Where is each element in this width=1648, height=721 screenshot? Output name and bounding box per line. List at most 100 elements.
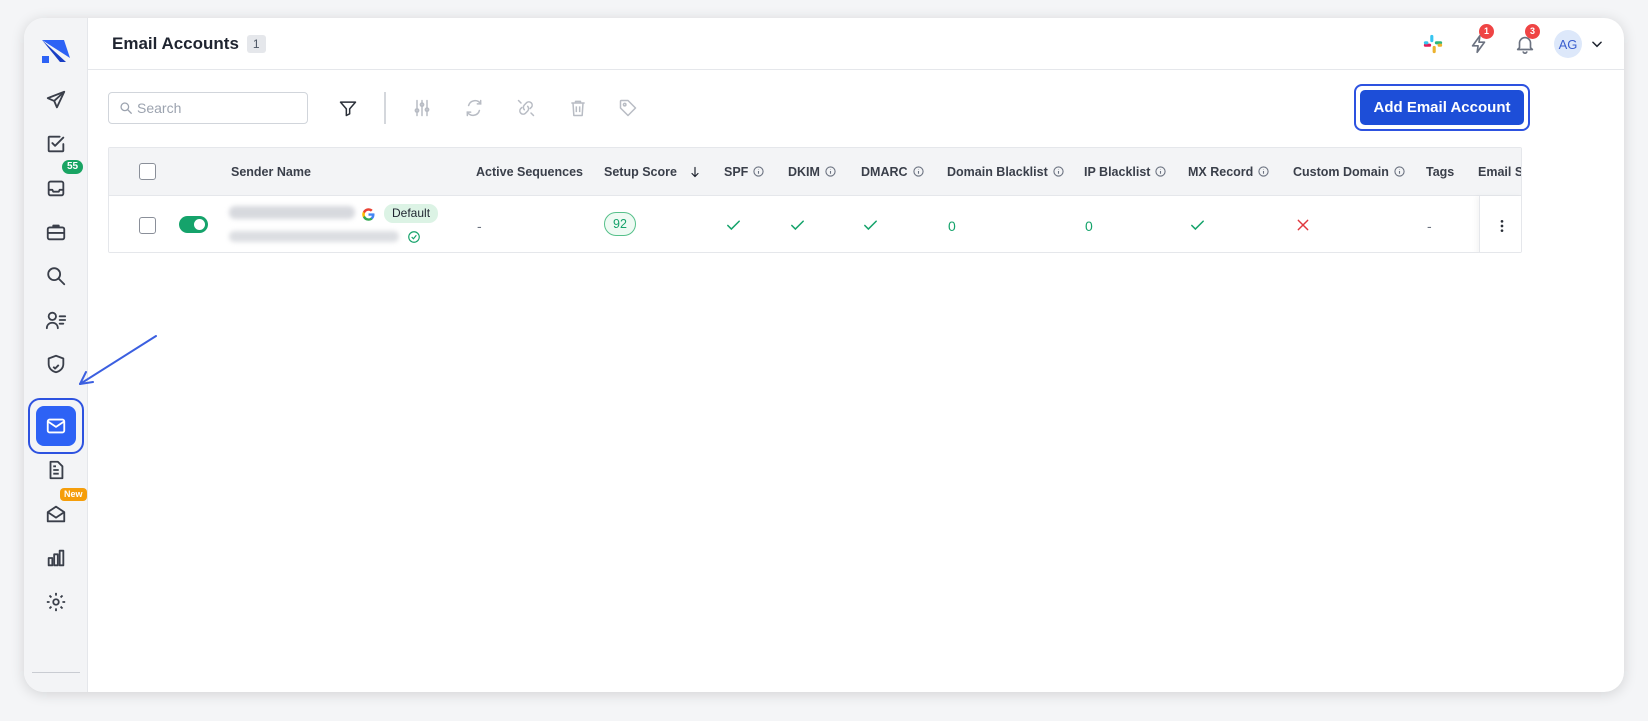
document-icon [49, 460, 64, 480]
search-field[interactable] [108, 92, 308, 124]
domain-blacklist-value: 0 [948, 217, 956, 234]
sender-email-redacted [229, 231, 399, 242]
shield-check-icon [47, 354, 65, 374]
briefcase-icon [46, 224, 66, 241]
sidebar-item-deals[interactable] [36, 212, 76, 252]
notifications-button[interactable]: 3 [1502, 24, 1548, 64]
sidebar-item-reports[interactable] [36, 538, 76, 578]
row-checkbox[interactable] [139, 217, 156, 234]
top-header: Email Accounts 1 1 3 AG [88, 18, 1624, 70]
mail-open-icon [46, 505, 66, 523]
sidebar-item-sequences[interactable] [36, 80, 76, 120]
header-actions: 1 3 AG [1410, 18, 1604, 70]
spf-check-icon [727, 220, 740, 231]
paper-plane-icon [46, 90, 66, 109]
app-window: 55 New Email Accounts 1 1 3 AG Search Ad… [24, 18, 1624, 692]
column-setup-score[interactable]: Setup Score [604, 148, 701, 195]
account-active-toggle[interactable] [179, 216, 208, 233]
updates-button[interactable]: 1 [1456, 24, 1502, 64]
info-icon[interactable] [825, 166, 836, 177]
column-custom-domain[interactable]: Custom Domain [1293, 148, 1405, 195]
email-accounts-table: Sender Name Active Sequences Setup Score… [108, 147, 1522, 253]
bar-chart-icon [47, 549, 65, 567]
info-icon[interactable] [1258, 166, 1269, 177]
column-custom-domain-label: Custom Domain [1293, 164, 1389, 179]
user-list-icon [45, 311, 67, 330]
column-ip-blacklist-label: IP Blacklist [1084, 164, 1151, 179]
row-actions[interactable] [1479, 196, 1521, 252]
trash-icon [571, 100, 585, 117]
info-icon[interactable] [1155, 166, 1167, 177]
default-badge: Default [384, 204, 439, 223]
column-dmarc-label: DMARC [861, 164, 908, 179]
sidebar-item-templates[interactable] [36, 450, 76, 490]
custom-domain-x-icon [1297, 219, 1309, 231]
search-icon [47, 267, 66, 286]
sidebar-item-email-warmup[interactable]: New [36, 488, 87, 534]
mail-icon [46, 418, 66, 434]
toolbar-separator [384, 92, 386, 124]
setup-score-badge[interactable]: 92 [604, 212, 636, 236]
disconnect-button[interactable] [512, 94, 540, 122]
sidebar-item-settings[interactable] [36, 582, 76, 622]
column-domain-blacklist[interactable]: Domain Blacklist [947, 148, 1064, 195]
sidebar-item-email-accounts[interactable] [36, 406, 76, 446]
saleshandy-logo[interactable] [40, 34, 72, 66]
filter-icon [339, 101, 357, 117]
account-count-badge: 1 [246, 34, 266, 53]
gear-icon [46, 592, 66, 612]
sender-name-redacted [229, 206, 355, 219]
sidebar-item-inbox[interactable]: 55 [36, 160, 84, 208]
tag-icon [619, 99, 637, 117]
verified-check-icon [408, 231, 420, 243]
column-mx-record[interactable]: MX Record [1188, 148, 1269, 195]
info-icon[interactable] [753, 166, 764, 177]
slack-icon [1423, 34, 1443, 54]
info-icon[interactable] [912, 166, 924, 177]
updates-badge: 1 [1479, 24, 1494, 39]
sidebar-item-prospects[interactable] [36, 300, 76, 340]
column-tags[interactable]: Tags [1426, 148, 1454, 195]
column-spf-label: SPF [724, 164, 749, 179]
mx-record-check-icon [1191, 220, 1204, 231]
sidebar-divider [32, 672, 80, 673]
select-all-checkbox[interactable] [139, 163, 156, 180]
user-avatar[interactable]: AG [1554, 30, 1582, 58]
sidebar-item-security[interactable] [36, 344, 76, 384]
column-setup-score-label: Setup Score [604, 164, 677, 179]
tags-value: - [1427, 217, 1432, 234]
search-input[interactable] [137, 100, 297, 116]
slack-integration-button[interactable] [1410, 24, 1456, 64]
toggle-knob [194, 219, 205, 230]
delete-button[interactable] [564, 94, 592, 122]
info-icon[interactable] [1053, 166, 1064, 177]
column-spf[interactable]: SPF [724, 148, 764, 195]
filter-button[interactable] [334, 94, 362, 122]
info-icon[interactable] [1394, 166, 1405, 177]
table-row[interactable]: Default - 92 0 0 - [109, 195, 1521, 252]
bulk-settings-button[interactable] [408, 94, 436, 122]
sidebar-item-tasks[interactable] [36, 124, 76, 164]
active-sequences-value: - [477, 217, 482, 234]
refresh-icon [466, 99, 482, 117]
ip-blacklist-value: 0 [1085, 217, 1093, 234]
sidebar-item-prospect-search[interactable] [36, 256, 76, 296]
reconnect-button[interactable] [460, 94, 488, 122]
google-icon [362, 208, 375, 221]
checkbox-icon [47, 135, 65, 153]
column-dmarc[interactable]: DMARC [861, 148, 924, 195]
column-sender-name[interactable]: Sender Name [231, 148, 311, 195]
more-vertical-icon[interactable] [1494, 218, 1510, 234]
column-dkim-label: DKIM [788, 164, 820, 179]
column-dkim[interactable]: DKIM [788, 148, 836, 195]
column-active-sequences[interactable]: Active Sequences [476, 148, 583, 195]
add-email-account-button[interactable]: Add Email Account [1360, 90, 1524, 125]
sort-down-icon[interactable] [689, 166, 701, 178]
dmarc-check-icon [864, 220, 877, 231]
chevron-down-icon[interactable] [1590, 37, 1604, 51]
column-email-service[interactable]: Email Se [1478, 148, 1521, 195]
notifications-badge: 3 [1525, 24, 1540, 39]
tag-button[interactable] [614, 94, 642, 122]
column-mx-record-label: MX Record [1188, 164, 1254, 179]
column-ip-blacklist[interactable]: IP Blacklist [1084, 148, 1167, 195]
